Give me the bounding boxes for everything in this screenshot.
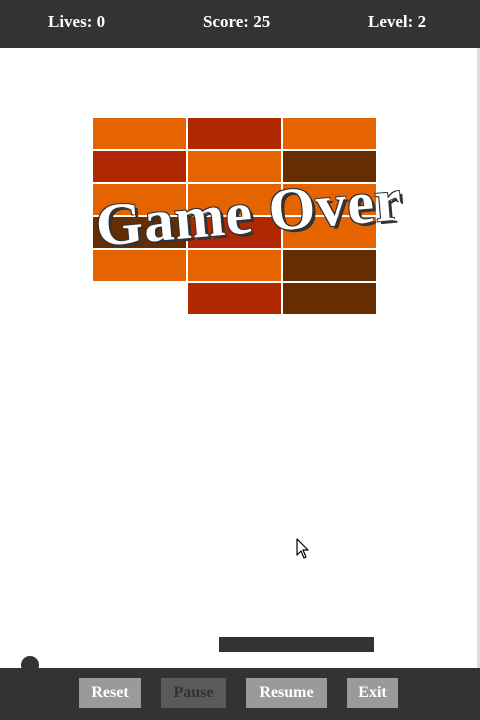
exit-button[interactable]: Exit (347, 678, 398, 708)
brick (93, 118, 186, 149)
brick (188, 250, 281, 281)
brick (188, 283, 281, 314)
reset-button[interactable]: Reset (79, 678, 141, 708)
control-bar: Reset Pause Resume Exit (0, 668, 480, 720)
brick (188, 118, 281, 149)
mouse-pointer-icon (296, 538, 309, 559)
paddle[interactable] (219, 637, 374, 652)
brick (93, 151, 186, 182)
brick-field (0, 0, 480, 720)
resume-button[interactable]: Resume (246, 678, 327, 708)
brick (283, 250, 376, 281)
brick (283, 118, 376, 149)
brick (283, 283, 376, 314)
pause-button[interactable]: Pause (161, 678, 226, 708)
